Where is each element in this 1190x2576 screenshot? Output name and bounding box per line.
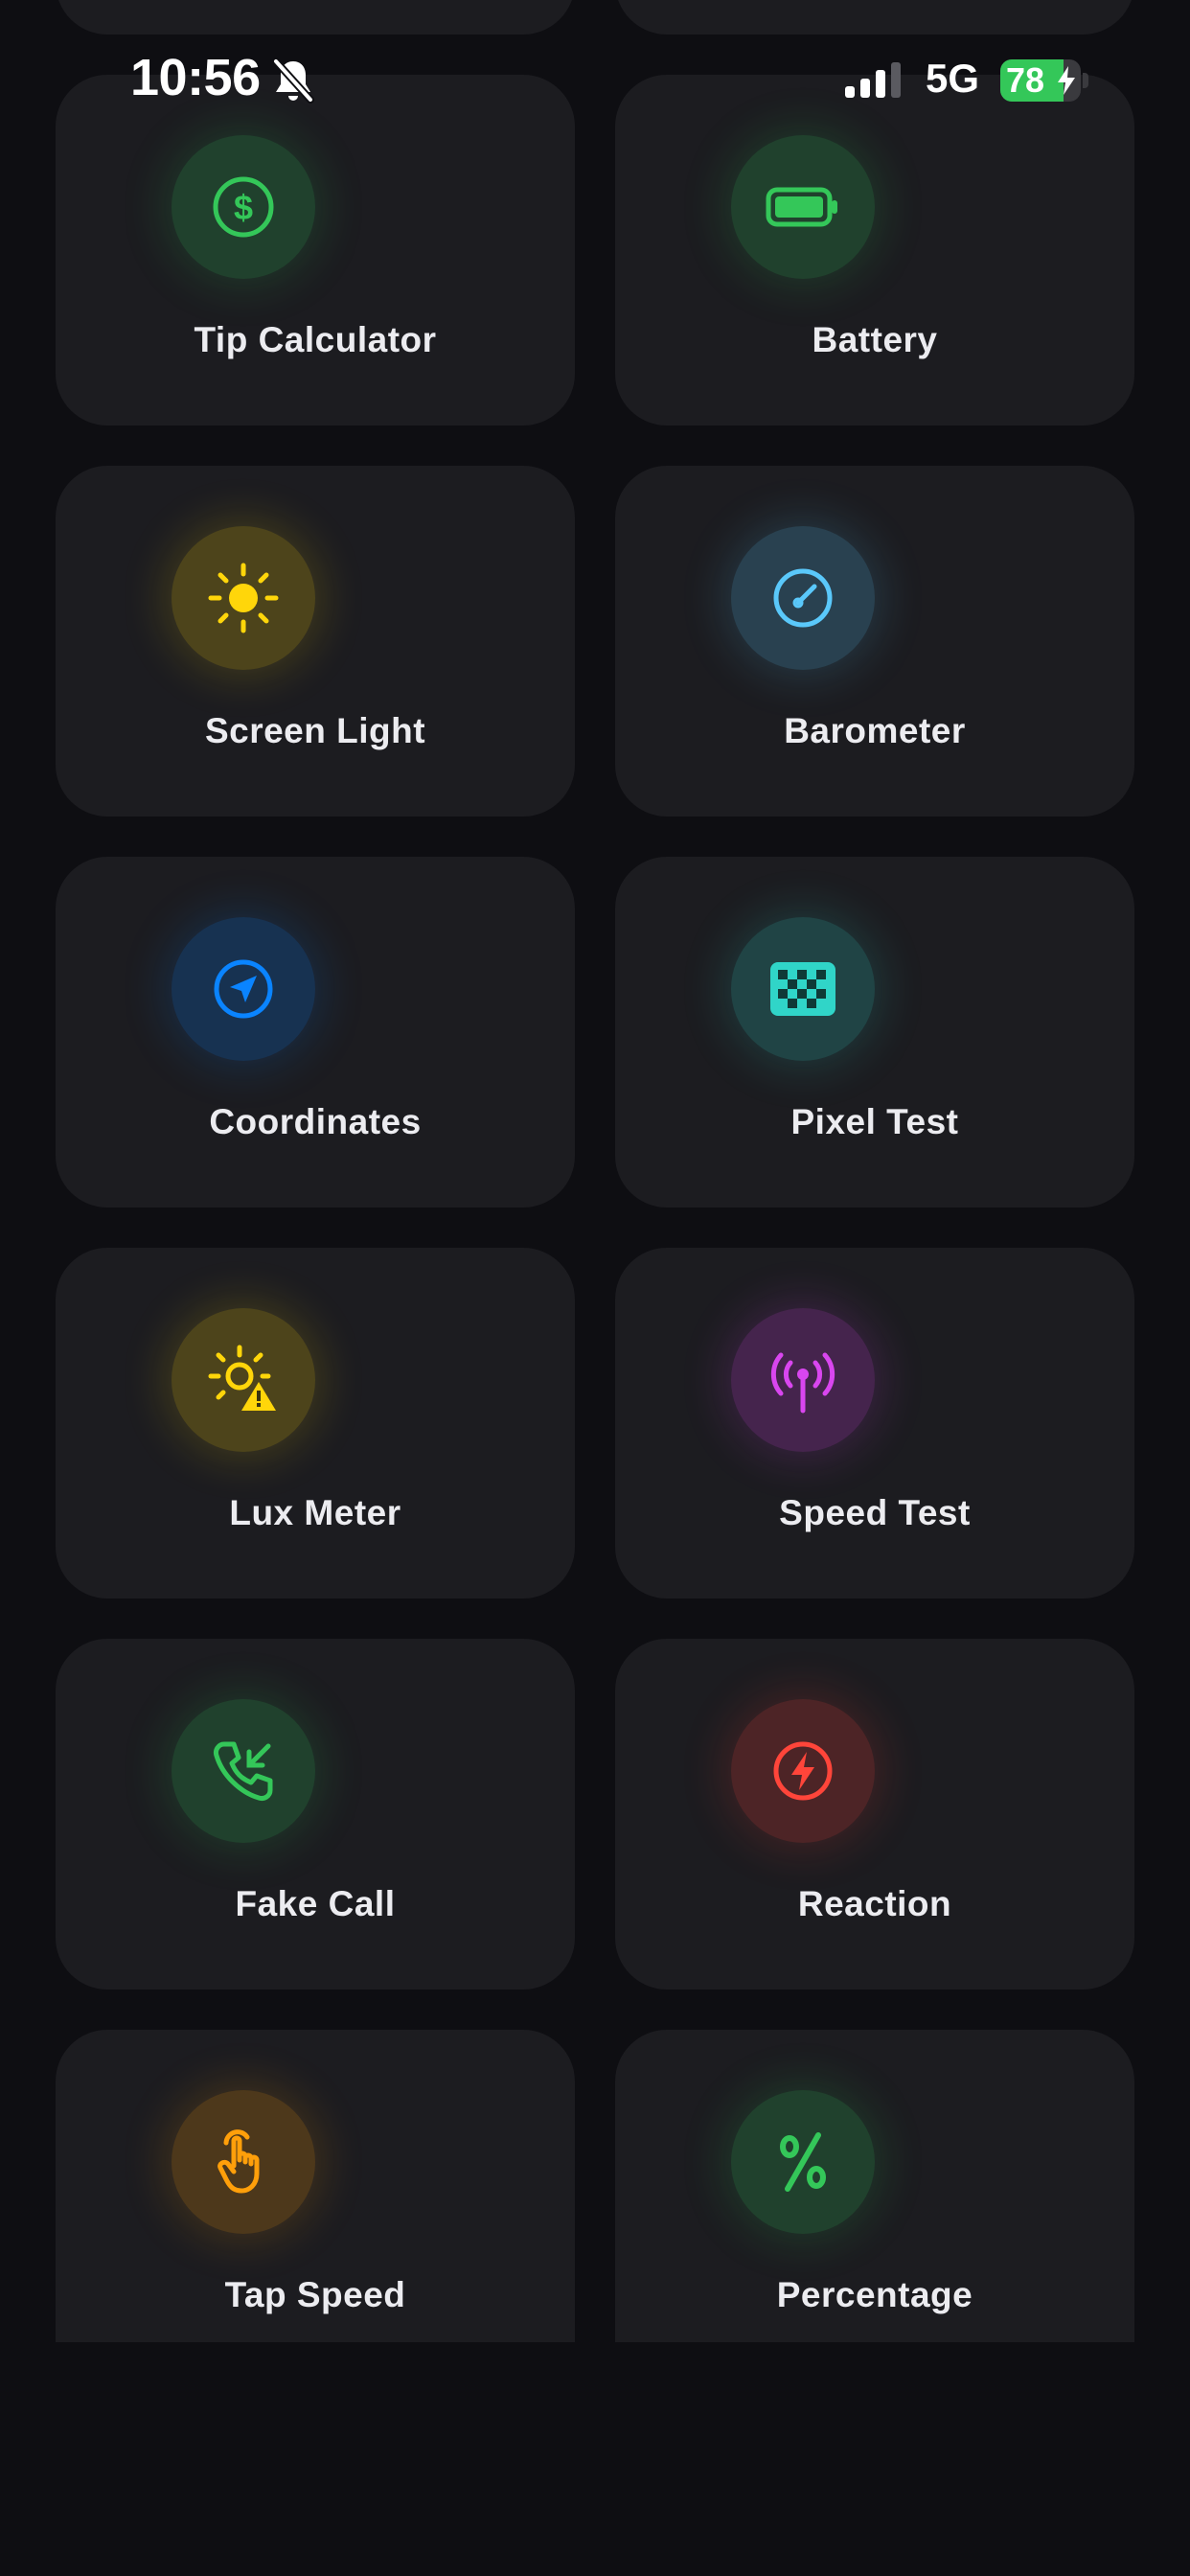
bell-slash-icon bbox=[272, 58, 314, 104]
coordinates-icon-badge bbox=[172, 917, 315, 1061]
tap-speed-icon-badge bbox=[172, 2090, 315, 2234]
gauge-icon bbox=[773, 568, 833, 628]
cellular-signal-icon bbox=[845, 62, 901, 98]
tool-label: Battery bbox=[812, 320, 938, 359]
tool-label: Tap Speed bbox=[224, 2275, 406, 2314]
tool-label: Pixel Test bbox=[790, 1102, 959, 1141]
sun-warning-icon bbox=[208, 1345, 276, 1411]
battery-level: 78 bbox=[1006, 60, 1045, 100]
battery-full-icon bbox=[766, 187, 837, 227]
tool-card-percentage[interactable]: Percentage bbox=[615, 2030, 1134, 2342]
hand-tap-icon bbox=[217, 2129, 260, 2194]
tool-card-barometer[interactable]: Barometer bbox=[615, 466, 1134, 816]
tool-label: Screen Light bbox=[204, 711, 426, 750]
battery-cap bbox=[1083, 73, 1088, 88]
tool-label: Fake Call bbox=[235, 1884, 396, 1923]
lightning-bolt-icon bbox=[773, 1741, 833, 1801]
fake-call-icon-badge bbox=[172, 1699, 315, 1843]
reaction-icon-badge bbox=[731, 1699, 875, 1843]
antenna-signal-icon bbox=[770, 1352, 835, 1414]
tool-label: Percentage bbox=[776, 2275, 973, 2314]
tool-label: Tip Calculator bbox=[194, 320, 437, 359]
tool-card-reaction[interactable]: Reaction bbox=[615, 1639, 1134, 1990]
location-arrow-icon bbox=[214, 959, 273, 1019]
tool-card-coordinates[interactable]: Coordinates bbox=[56, 857, 575, 1208]
status-bar: 10:56 5G 78 bbox=[0, 0, 1190, 163]
tool-label: Reaction bbox=[797, 1884, 952, 1923]
speed-test-icon-badge bbox=[731, 1308, 875, 1452]
tool-label: Lux Meter bbox=[229, 1493, 401, 1532]
tool-card-fake-call[interactable]: Fake Call bbox=[56, 1639, 575, 1990]
tool-card-screen-light[interactable]: Screen Light bbox=[56, 466, 575, 816]
tool-card-tap-speed[interactable]: Tap Speed bbox=[56, 2030, 575, 2342]
dollar-sign-icon: $ bbox=[213, 176, 274, 238]
checkerboard-icon bbox=[770, 962, 835, 1016]
tool-label: Barometer bbox=[784, 711, 966, 750]
sun-icon bbox=[208, 563, 279, 633]
status-time: 10:56 bbox=[130, 49, 261, 106]
tool-card-lux-meter[interactable]: Lux Meter bbox=[56, 1248, 575, 1598]
percentage-icon-badge bbox=[731, 2090, 875, 2234]
incoming-call-icon bbox=[214, 1741, 273, 1801]
barometer-icon-badge bbox=[731, 526, 875, 670]
pixel-test-icon-badge bbox=[731, 917, 875, 1061]
network-type: 5G bbox=[926, 56, 980, 101]
percent-icon bbox=[780, 2132, 826, 2192]
battery-indicator: 78 bbox=[1000, 59, 1081, 102]
tool-card-speed-test[interactable]: Speed Test bbox=[615, 1248, 1134, 1598]
tool-label: Coordinates bbox=[209, 1102, 422, 1141]
lux-meter-icon-badge bbox=[172, 1308, 315, 1452]
svg-text:$: $ bbox=[234, 188, 253, 227]
tool-label: Speed Test bbox=[779, 1493, 971, 1532]
battery-charging-icon bbox=[1058, 66, 1075, 95]
tool-card-pixel-test[interactable]: Pixel Test bbox=[615, 857, 1134, 1208]
screen-light-icon-badge bbox=[172, 526, 315, 670]
